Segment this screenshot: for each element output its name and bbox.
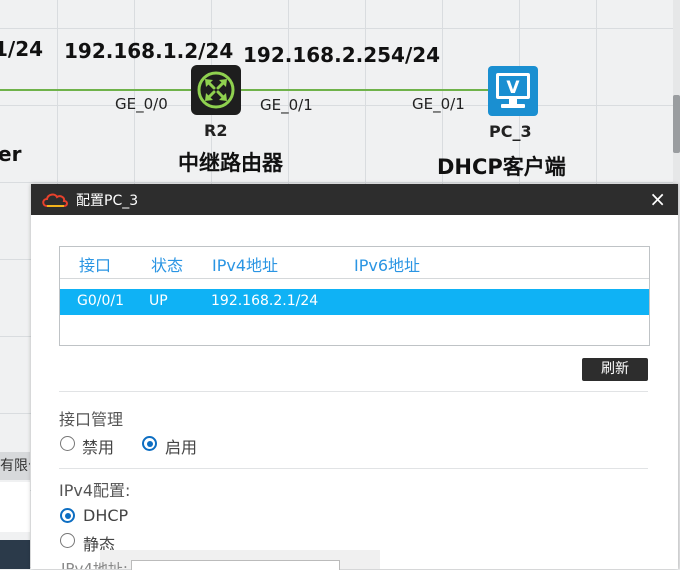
interface-mgmt-title: 接口管理 — [59, 410, 124, 429]
pc3-name: PC_3 — [489, 122, 532, 141]
left-dark-area — [0, 540, 30, 569]
router-arrows-icon — [197, 71, 235, 109]
dialog-titlebar[interactable]: 配置PC_3 × — [31, 184, 678, 215]
refresh-button[interactable]: 刷新 — [582, 358, 648, 381]
ip-label-partial: 1/24 — [0, 37, 44, 61]
router-r2-name: R2 — [204, 121, 228, 140]
cell-status: UP — [149, 293, 168, 309]
static-ipv4-label: IPv4地址: — [61, 562, 128, 569]
config-dialog: 配置PC_3 × 接口 状态 IPv4地址 IPv6地址 G0/0/1 UP 1… — [31, 184, 678, 570]
router-r2-icon[interactable] — [191, 65, 241, 115]
table-row[interactable]: G0/0/1 UP 192.168.2.1/24 — [60, 289, 649, 315]
radio-disable[interactable] — [60, 436, 75, 451]
cloud-logo-icon — [41, 192, 69, 212]
svg-text:V: V — [506, 78, 520, 98]
col-status[interactable]: 状态 — [151, 252, 183, 276]
port-pc3-ge01: GE_0/1 — [412, 95, 465, 113]
col-interface[interactable]: 接口 — [79, 252, 111, 276]
left-panel-fragment: 有限公 — [0, 430, 30, 569]
ipv4-config-title: IPv4配置: — [59, 481, 131, 500]
ip-label-r2-left: 192.168.1.2/24 — [64, 39, 234, 63]
port-r2-ge00: GE_0/0 — [115, 95, 168, 113]
radio-dhcp[interactable] — [60, 508, 75, 523]
radio-enable[interactable] — [142, 436, 157, 451]
port-r2-ge01: GE_0/1 — [260, 96, 313, 114]
left-tab-fragment[interactable]: 有限公 — [0, 452, 30, 480]
link-r2-pc3 — [241, 89, 488, 91]
interface-table: 接口 状态 IPv4地址 IPv6地址 G0/0/1 UP 192.168.2.… — [59, 246, 650, 346]
cell-interface: G0/0/1 — [77, 293, 125, 309]
pc3-caption: DHCP客户端 — [437, 155, 566, 179]
dialog-title: 配置PC_3 — [76, 193, 139, 209]
pc3-icon[interactable]: V — [488, 66, 538, 116]
close-icon[interactable]: × — [649, 187, 666, 211]
canvas-scrollbar-thumb[interactable] — [673, 95, 680, 153]
col-ipv6[interactable]: IPv6地址 — [354, 252, 420, 276]
radio-disable-label[interactable]: 禁用 — [82, 434, 114, 458]
radio-static[interactable] — [60, 533, 75, 548]
left-device-caption-partial: er — [0, 142, 22, 166]
link-left — [0, 89, 191, 91]
radio-enable-label[interactable]: 启用 — [165, 434, 197, 458]
divider-2 — [59, 468, 648, 469]
monitor-icon: V — [496, 73, 530, 108]
ip-label-pc3-gateway: 192.168.2.254/24 — [243, 43, 441, 67]
interface-table-header: 接口 状态 IPv4地址 IPv6地址 — [60, 247, 649, 279]
divider-1 — [59, 391, 648, 392]
cell-ipv4: 192.168.2.1/24 — [211, 293, 319, 309]
left-white-area — [0, 482, 30, 532]
radio-dhcp-label[interactable]: DHCP — [83, 506, 128, 525]
router-r2-caption: 中继路由器 — [178, 151, 283, 175]
col-ipv4[interactable]: IPv4地址 — [212, 252, 278, 276]
